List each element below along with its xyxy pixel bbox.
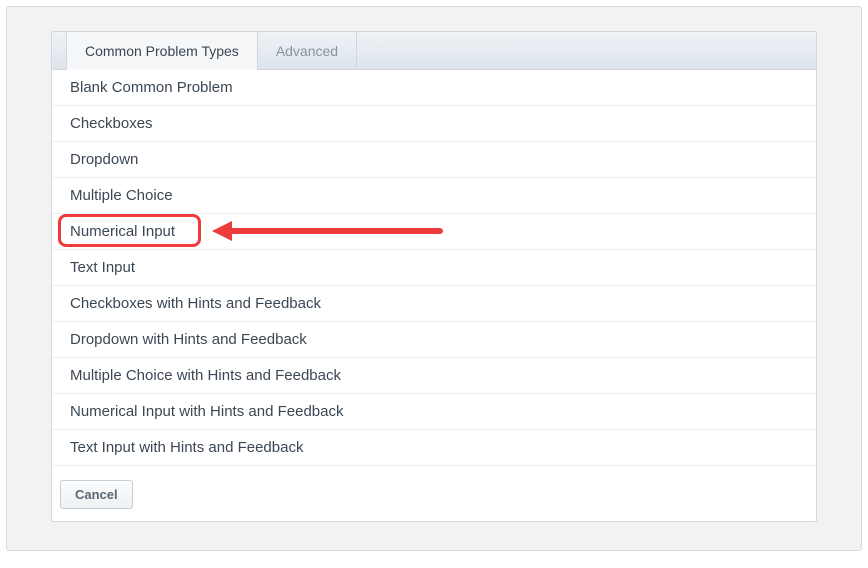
tab-common-problem-types[interactable]: Common Problem Types xyxy=(66,32,258,69)
list-item-blank-common-problem[interactable]: Blank Common Problem xyxy=(52,70,816,106)
list-item-multiple-choice-hints-feedback[interactable]: Multiple Choice with Hints and Feedback xyxy=(52,358,816,394)
dialog-frame: Common Problem Types Advanced Blank Comm… xyxy=(6,6,862,551)
list-item-dropdown-hints-feedback[interactable]: Dropdown with Hints and Feedback xyxy=(52,322,816,358)
panel: Common Problem Types Advanced Blank Comm… xyxy=(51,31,817,522)
tab-advanced[interactable]: Advanced xyxy=(258,32,357,69)
dialog-footer: Cancel xyxy=(52,466,816,521)
tab-label: Advanced xyxy=(276,43,338,59)
button-label: Cancel xyxy=(75,487,118,502)
list-item-checkboxes[interactable]: Checkboxes xyxy=(52,106,816,142)
list-item-numerical-input[interactable]: Numerical Input xyxy=(52,214,816,250)
cancel-button[interactable]: Cancel xyxy=(60,480,133,509)
problem-type-list: Blank Common Problem Checkboxes Dropdown… xyxy=(52,70,816,466)
list-item-dropdown[interactable]: Dropdown xyxy=(52,142,816,178)
list-item-checkboxes-hints-feedback[interactable]: Checkboxes with Hints and Feedback xyxy=(52,286,816,322)
list-item-text-input[interactable]: Text Input xyxy=(52,250,816,286)
tabs-bar: Common Problem Types Advanced xyxy=(52,32,816,70)
tab-label: Common Problem Types xyxy=(85,43,239,59)
list-item-text-input-hints-feedback[interactable]: Text Input with Hints and Feedback xyxy=(52,430,816,466)
list-wrapper: Blank Common Problem Checkboxes Dropdown… xyxy=(52,70,816,466)
list-item-numerical-input-hints-feedback[interactable]: Numerical Input with Hints and Feedback xyxy=(52,394,816,430)
list-item-multiple-choice[interactable]: Multiple Choice xyxy=(52,178,816,214)
